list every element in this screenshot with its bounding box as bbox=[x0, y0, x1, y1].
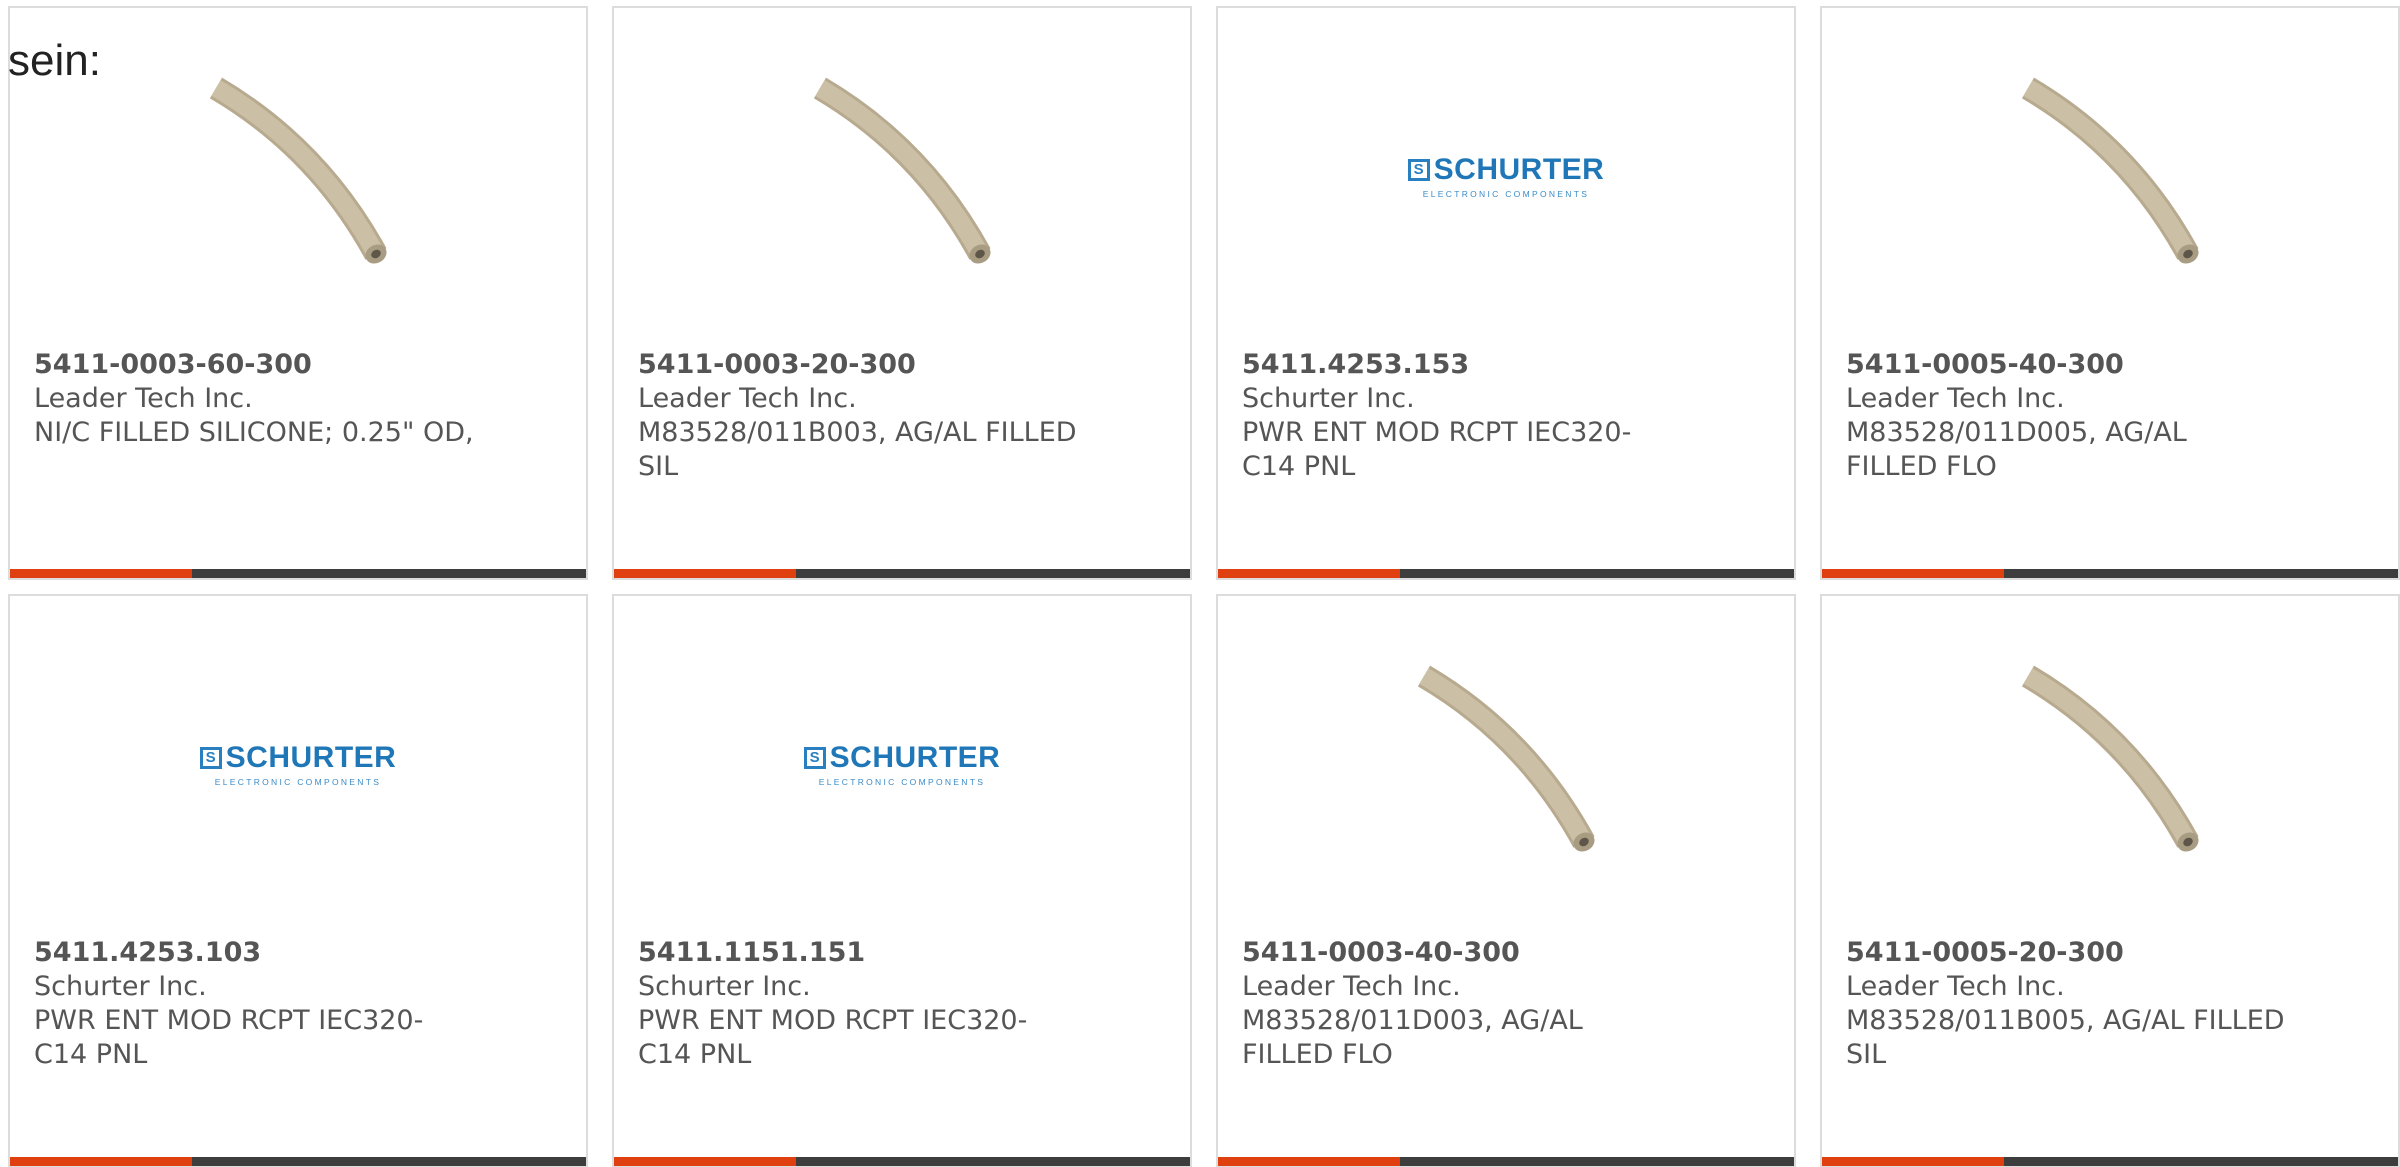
product-description: NI/C FILLED SILICONE; 0.25" OD, bbox=[34, 417, 474, 448]
tube-image bbox=[802, 68, 1002, 278]
schurter-logo-word: SCHURTER bbox=[829, 741, 1001, 774]
product-card[interactable]: 5411-0003-20-300 Leader Tech Inc. M83528… bbox=[612, 6, 1192, 580]
manufacturer-name: Schurter Inc. bbox=[34, 971, 207, 1002]
card-bottom-bar bbox=[1822, 569, 2398, 578]
schurter-logo-mark: S bbox=[199, 747, 222, 769]
part-number-link[interactable]: 5411-0003-60-300 bbox=[34, 348, 554, 382]
product-image[interactable]: S SCHURTER ELECTRONIC COMPONENTS bbox=[1218, 8, 1794, 338]
manufacturer-name: Leader Tech Inc. bbox=[1846, 971, 2065, 1002]
product-card[interactable]: S SCHURTER ELECTRONIC COMPONENTS 5411.1151… bbox=[612, 594, 1192, 1167]
product-card[interactable]: 5411-0005-40-300 Leader Tech Inc. M83528… bbox=[1820, 6, 2400, 580]
manufacturer-name: Leader Tech Inc. bbox=[34, 383, 253, 414]
product-info: 5411.4253.103 Schurter Inc. PWR ENT MOD … bbox=[34, 936, 554, 1072]
schurter-logo: S SCHURTER ELECTRONIC COMPONENTS bbox=[199, 741, 397, 787]
card-bar-rest bbox=[1400, 1157, 1794, 1166]
card-bar-accent bbox=[10, 569, 192, 578]
product-description: M83528/011D005, AG/AL FILLED FLO bbox=[1846, 417, 2187, 482]
card-bottom-bar bbox=[614, 569, 1190, 578]
part-number-link[interactable]: 5411-0003-20-300 bbox=[638, 348, 1158, 382]
product-image[interactable]: S SCHURTER ELECTRONIC COMPONENTS bbox=[10, 596, 586, 926]
product-description: PWR ENT MOD RCPT IEC320-C14 PNL bbox=[638, 1005, 1028, 1070]
schurter-logo-tagline: ELECTRONIC COMPONENTS bbox=[1422, 189, 1590, 199]
card-bar-accent bbox=[1822, 1157, 2004, 1166]
product-card[interactable]: S SCHURTER ELECTRONIC COMPONENTS 5411.4253… bbox=[1216, 6, 1796, 580]
card-bar-rest bbox=[2004, 1157, 2398, 1166]
product-info: 5411.4253.153 Schurter Inc. PWR ENT MOD … bbox=[1242, 348, 1762, 484]
part-number-link[interactable]: 5411.4253.103 bbox=[34, 936, 554, 970]
card-bar-accent bbox=[10, 1157, 192, 1166]
card-bar-accent bbox=[1218, 569, 1400, 578]
manufacturer-name: Schurter Inc. bbox=[638, 971, 811, 1002]
card-bar-rest bbox=[2004, 569, 2398, 578]
card-bar-accent bbox=[614, 1157, 796, 1166]
part-number-link[interactable]: 5411.1151.151 bbox=[638, 936, 1158, 970]
card-bar-rest bbox=[192, 1157, 586, 1166]
schurter-logo: S SCHURTER ELECTRONIC COMPONENTS bbox=[1407, 153, 1605, 199]
manufacturer-name: Leader Tech Inc. bbox=[1242, 971, 1461, 1002]
tube-image bbox=[2010, 68, 2210, 278]
product-description: M83528/011B003, AG/AL FILLED SIL bbox=[638, 417, 1077, 482]
product-card[interactable]: 5411-0003-40-300 Leader Tech Inc. M83528… bbox=[1216, 594, 1796, 1167]
card-bottom-bar bbox=[1218, 569, 1794, 578]
product-grid: 5411-0003-60-300 Leader Tech Inc. NI/C F… bbox=[8, 6, 2400, 1167]
product-info: 5411-0005-40-300 Leader Tech Inc. M83528… bbox=[1846, 348, 2366, 484]
schurter-logo-tagline: ELECTRONIC COMPONENTS bbox=[818, 777, 986, 787]
product-info: 5411-0005-20-300 Leader Tech Inc. M83528… bbox=[1846, 936, 2366, 1072]
product-image[interactable] bbox=[1218, 596, 1794, 926]
product-image[interactable] bbox=[1822, 596, 2398, 926]
tube-image bbox=[198, 68, 398, 278]
product-info: 5411-0003-60-300 Leader Tech Inc. NI/C F… bbox=[34, 348, 554, 450]
schurter-logo-word: SCHURTER bbox=[225, 741, 397, 774]
manufacturer-name: Leader Tech Inc. bbox=[638, 383, 857, 414]
card-bar-rest bbox=[796, 1157, 1190, 1166]
manufacturer-name: Schurter Inc. bbox=[1242, 383, 1415, 414]
product-card[interactable]: 5411-0005-20-300 Leader Tech Inc. M83528… bbox=[1820, 594, 2400, 1167]
product-results-page: sein: 5411-0003-60-300 Leader Tech Inc. … bbox=[0, 0, 2400, 1167]
schurter-logo-mark: S bbox=[803, 747, 826, 769]
schurter-logo-tagline: ELECTRONIC COMPONENTS bbox=[214, 777, 382, 787]
card-bar-accent bbox=[1822, 569, 2004, 578]
product-description: PWR ENT MOD RCPT IEC320-C14 PNL bbox=[1242, 417, 1632, 482]
part-number-link[interactable]: 5411-0003-40-300 bbox=[1242, 936, 1762, 970]
product-info: 5411-0003-20-300 Leader Tech Inc. M83528… bbox=[638, 348, 1158, 484]
card-bottom-bar bbox=[614, 1157, 1190, 1166]
tube-image bbox=[2010, 656, 2210, 866]
card-bar-rest bbox=[796, 569, 1190, 578]
product-card[interactable]: 5411-0003-60-300 Leader Tech Inc. NI/C F… bbox=[8, 6, 588, 580]
schurter-logo-mark: S bbox=[1407, 159, 1430, 181]
card-bar-accent bbox=[1218, 1157, 1400, 1166]
tube-image bbox=[1406, 656, 1606, 866]
card-bar-rest bbox=[192, 569, 586, 578]
manufacturer-name: Leader Tech Inc. bbox=[1846, 383, 2065, 414]
product-description: M83528/011D003, AG/AL FILLED FLO bbox=[1242, 1005, 1583, 1070]
card-bar-rest bbox=[1400, 569, 1794, 578]
part-number-link[interactable]: 5411-0005-40-300 bbox=[1846, 348, 2366, 382]
card-bottom-bar bbox=[10, 1157, 586, 1166]
card-bottom-bar bbox=[1218, 1157, 1794, 1166]
product-card[interactable]: S SCHURTER ELECTRONIC COMPONENTS 5411.4253… bbox=[8, 594, 588, 1167]
product-image[interactable] bbox=[1822, 8, 2398, 338]
product-info: 5411-0003-40-300 Leader Tech Inc. M83528… bbox=[1242, 936, 1762, 1072]
product-description: PWR ENT MOD RCPT IEC320-C14 PNL bbox=[34, 1005, 424, 1070]
product-description: M83528/011B005, AG/AL FILLED SIL bbox=[1846, 1005, 2285, 1070]
part-number-link[interactable]: 5411.4253.153 bbox=[1242, 348, 1762, 382]
product-image[interactable]: S SCHURTER ELECTRONIC COMPONENTS bbox=[614, 596, 1190, 926]
schurter-logo: S SCHURTER ELECTRONIC COMPONENTS bbox=[803, 741, 1001, 787]
product-image[interactable] bbox=[614, 8, 1190, 338]
card-bottom-bar bbox=[1822, 1157, 2398, 1166]
intro-text: sein: bbox=[8, 36, 101, 85]
card-bar-accent bbox=[614, 569, 796, 578]
card-bottom-bar bbox=[10, 569, 586, 578]
schurter-logo-word: SCHURTER bbox=[1433, 153, 1605, 186]
part-number-link[interactable]: 5411-0005-20-300 bbox=[1846, 936, 2366, 970]
product-info: 5411.1151.151 Schurter Inc. PWR ENT MOD … bbox=[638, 936, 1158, 1072]
